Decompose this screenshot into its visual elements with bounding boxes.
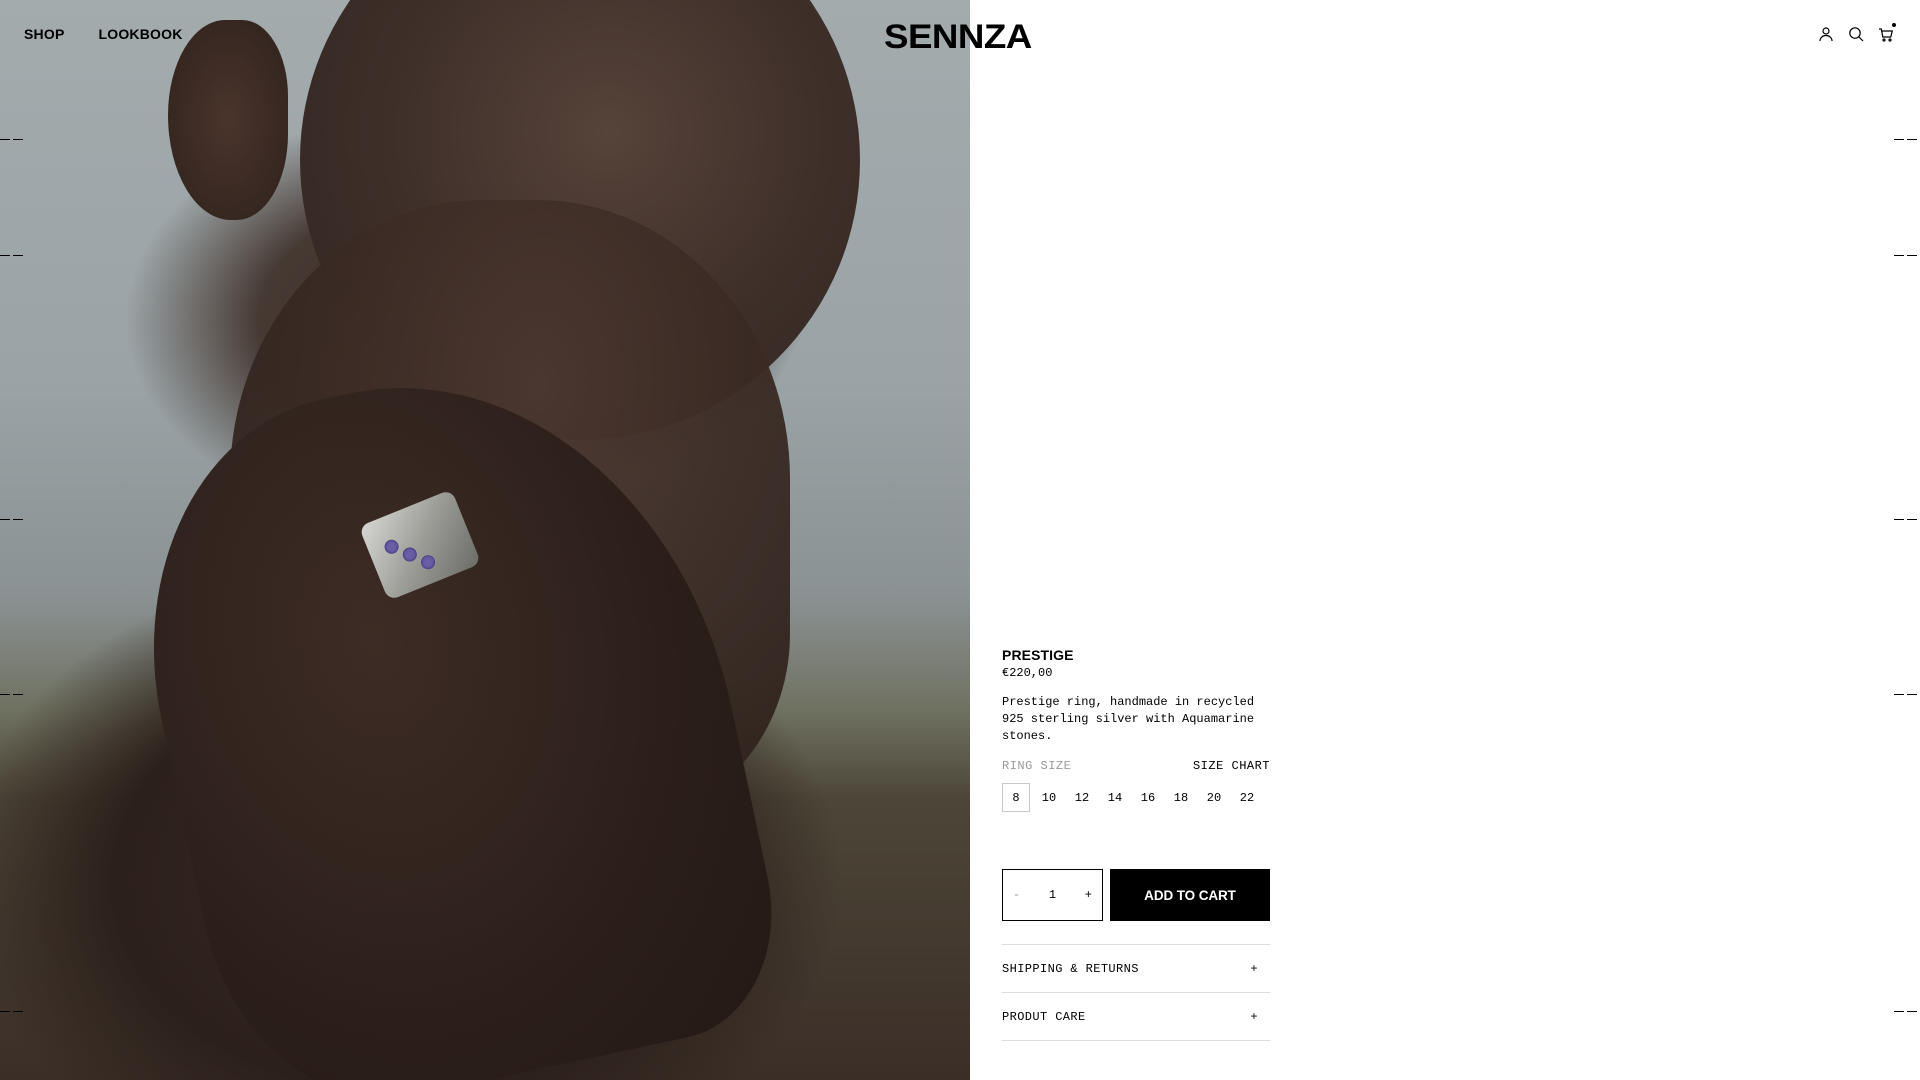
logo[interactable]: SENNZA — [884, 18, 1032, 57]
purchase-row: - 1 + ADD TO CART — [1002, 869, 1270, 921]
tick-mark — [0, 694, 26, 695]
tick-mark — [0, 255, 26, 256]
product-panel: PRESTIGE €220,00 Prestige ring, handmade… — [1002, 647, 1270, 1041]
size-options: 8 10 12 14 16 18 20 22 — [1002, 783, 1270, 812]
nav-shop[interactable]: SHOP — [24, 26, 64, 42]
tick-mark — [0, 1011, 26, 1012]
right-tick-marks — [1894, 0, 1920, 1080]
tick-mark — [1894, 519, 1920, 520]
size-chart-link[interactable]: SIZE CHART — [1193, 759, 1270, 773]
ring-size-label: RING SIZE — [1002, 759, 1072, 773]
account-icon[interactable] — [1818, 26, 1834, 42]
search-icon[interactable] — [1848, 26, 1864, 42]
product-price: €220,00 — [1002, 666, 1053, 680]
header-icons — [1818, 23, 1896, 42]
photo-ear — [168, 20, 288, 220]
tick-mark — [0, 139, 26, 140]
main-nav: SHOP LOOKBOOK — [24, 26, 183, 42]
quantity-increase-button[interactable]: + — [1085, 888, 1092, 902]
plus-icon: + — [1250, 1009, 1258, 1024]
size-option-12[interactable]: 12 — [1068, 783, 1096, 812]
size-header: RING SIZE SIZE CHART — [1002, 759, 1270, 773]
left-tick-marks — [0, 0, 26, 1080]
accordion-label: SHIPPING & RETURNS — [1002, 961, 1139, 976]
product-title: PRESTIGE — [1002, 647, 1074, 663]
accordion-shipping-returns[interactable]: SHIPPING & RETURNS + — [1002, 945, 1270, 993]
size-option-14[interactable]: 14 — [1101, 783, 1129, 812]
size-option-18[interactable]: 18 — [1167, 783, 1195, 812]
ring-stone — [418, 553, 438, 572]
accordion-product-care[interactable]: PRODUT CARE + — [1002, 993, 1270, 1041]
quantity-value[interactable]: 1 — [1049, 888, 1056, 902]
quantity-stepper: - 1 + — [1002, 869, 1103, 921]
size-option-16[interactable]: 16 — [1134, 783, 1162, 812]
ring-stone — [382, 537, 401, 556]
cart-icon[interactable] — [1878, 23, 1896, 42]
product-description: Prestige ring, handmade in recycled 925 … — [1002, 695, 1255, 743]
product-photo — [0, 0, 970, 1080]
accordion-label: PRODUT CARE — [1002, 1009, 1086, 1024]
add-to-cart-button[interactable]: ADD TO CART — [1110, 869, 1270, 921]
plus-icon: + — [1250, 961, 1258, 976]
tick-mark — [1894, 694, 1920, 695]
nav-lookbook[interactable]: LOOKBOOK — [98, 26, 182, 42]
ring-stone — [400, 545, 419, 564]
tick-mark — [1894, 1011, 1920, 1012]
cart-indicator-dot — [1892, 23, 1896, 27]
size-option-20[interactable]: 20 — [1200, 783, 1228, 812]
tick-mark — [0, 519, 26, 520]
size-option-8[interactable]: 8 — [1002, 783, 1030, 812]
size-option-22[interactable]: 22 — [1233, 783, 1261, 812]
tick-mark — [1894, 255, 1920, 256]
quantity-decrease-button[interactable]: - — [1013, 888, 1020, 902]
size-option-10[interactable]: 10 — [1035, 783, 1063, 812]
tick-mark — [1894, 139, 1920, 140]
product-accordions: SHIPPING & RETURNS + PRODUT CARE + — [1002, 944, 1270, 1041]
